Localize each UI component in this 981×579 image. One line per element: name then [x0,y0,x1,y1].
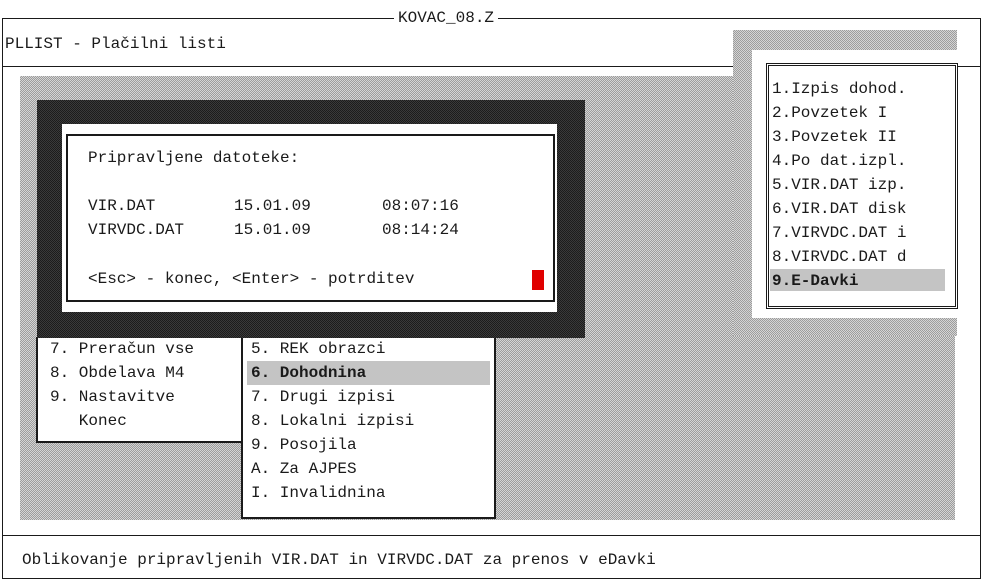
submenu-item[interactable]: I. Invalidnina [247,481,490,505]
side-menu-item[interactable]: 6.VIR.DAT disk [769,197,955,221]
window-title: KOVAC_08.Z [394,6,499,30]
status-text: Oblikovanje pripravljenih VIR.DAT in VIR… [22,551,656,569]
side-menu: 1.Izpis dohod. 2.Povzetek I 3.Povzetek I… [752,50,958,318]
dialog-body: Pripravljene datoteke: VIR.DAT 15.01.09 … [62,124,557,312]
submenu-item-selected[interactable]: 6. Dohodnina [247,361,490,385]
file-date: 15.01.09 [234,197,311,215]
side-menu-item[interactable]: 3.Povzetek II [769,125,955,149]
file-time: 08:14:24 [382,221,459,239]
submenu-item[interactable]: A. Za AJPES [247,457,490,481]
submenu-item[interactable]: 5. REK obrazci [247,337,490,361]
side-menu-item[interactable]: 8.VIRVDC.DAT d [769,245,955,269]
file-time: 08:07:16 [382,197,459,215]
side-menu-item[interactable]: 2.Povzetek I [769,101,955,125]
side-menu-item[interactable]: 1.Izpis dohod. [769,77,955,101]
main-menu-item[interactable]: 7. Preračun vse [38,337,246,361]
status-divider [2,535,980,536]
submenu-item[interactable]: 8. Lokalni izpisi [247,409,490,433]
main-menu-item[interactable]: 8. Obdelava M4 [38,361,246,385]
text-cursor[interactable] [532,270,544,290]
side-menu-item-selected[interactable]: 9.E-Davki [770,269,945,291]
main-menu-item-exit[interactable]: Konec [38,409,246,433]
page-title: PLLIST - Plačilni listi [5,35,226,53]
dialog-frame: Pripravljene datoteke: VIR.DAT 15.01.09 … [37,100,585,338]
side-menu-item[interactable]: 5.VIR.DAT izp. [769,173,955,197]
dialog-heading: Pripravljene datoteke: [88,149,300,167]
submenu: 5. REK obrazci 6. Dohodnina 7. Drugi izp… [241,337,496,519]
file-date: 15.01.09 [234,221,311,239]
file-name: VIR.DAT [88,197,156,215]
main-menu: 7. Preračun vse 8. Obdelava M4 9. Nastav… [36,337,247,443]
side-menu-item[interactable]: 4.Po dat.izpl. [769,149,955,173]
submenu-item[interactable]: 9. Posojila [247,433,490,457]
side-menu-border: 1.Izpis dohod. 2.Povzetek I 3.Povzetek I… [766,63,958,309]
side-menu-item[interactable]: 7.VIRVDC.DAT i [769,221,955,245]
file-name: VIRVDC.DAT [88,221,185,239]
submenu-item[interactable]: 7. Drugi izpisi [247,385,490,409]
dialog-hint: <Esc> - konec, <Enter> - potrditev [88,270,415,288]
main-menu-item[interactable]: 9. Nastavitve [38,385,246,409]
